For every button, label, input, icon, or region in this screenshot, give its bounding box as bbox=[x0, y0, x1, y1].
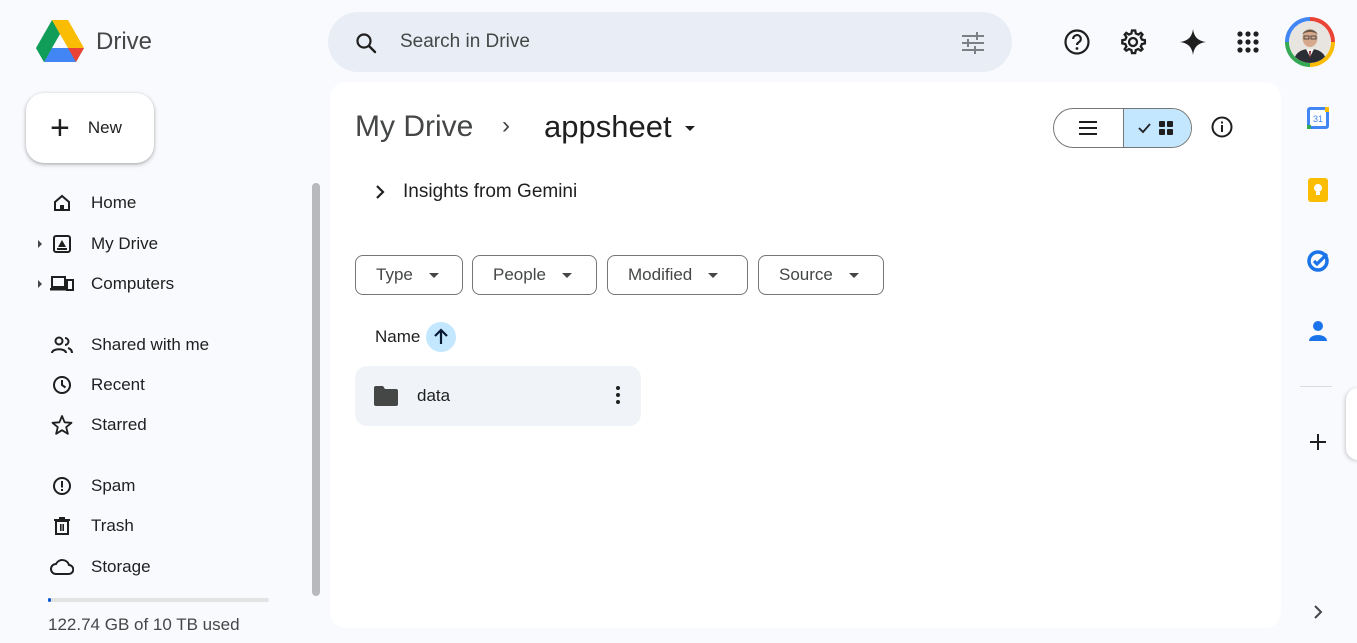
breadcrumb-my-drive[interactable]: My Drive bbox=[355, 110, 473, 144]
breadcrumb-separator: › bbox=[502, 112, 510, 139]
list-icon bbox=[1079, 121, 1098, 135]
home-icon bbox=[50, 191, 74, 215]
view-toggle bbox=[1053, 108, 1192, 148]
storage-usage-text: 122.74 GB of 10 TB used bbox=[48, 615, 240, 634]
sort-label: Name bbox=[375, 327, 421, 346]
people-icon bbox=[50, 333, 74, 357]
clock-icon bbox=[50, 373, 74, 397]
chip-label: People bbox=[493, 265, 546, 284]
chip-label: Type bbox=[376, 265, 413, 284]
star-icon bbox=[50, 413, 74, 437]
chip-label: Source bbox=[779, 265, 833, 284]
list-view-button[interactable] bbox=[1054, 109, 1123, 147]
storage-progress-bar bbox=[48, 598, 269, 602]
apps-grid-icon[interactable] bbox=[1230, 24, 1266, 60]
sidebar-item-starred[interactable]: Starred bbox=[36, 409, 147, 441]
sidebar-item-label: Trash bbox=[91, 516, 134, 535]
sidebar-item-shared-with-me[interactable]: Shared with me bbox=[36, 329, 209, 361]
folder-item[interactable]: data bbox=[355, 366, 641, 426]
sidebar-item-spam[interactable]: Spam bbox=[36, 470, 135, 502]
chip-label: Modified bbox=[628, 265, 693, 284]
my-drive-icon bbox=[50, 232, 74, 256]
sidebar-item-recent[interactable]: Recent bbox=[36, 369, 145, 401]
filter-people-chip[interactable]: People bbox=[472, 255, 597, 295]
user-photo-icon bbox=[1289, 21, 1331, 63]
computers-icon bbox=[50, 272, 74, 296]
sidebar-item-my-drive[interactable]: My Drive bbox=[36, 228, 158, 260]
insights-label: Insights from Gemini bbox=[403, 181, 578, 202]
main-panel: My Drive › appsheet Insights from Gemini… bbox=[330, 82, 1281, 628]
drive-logo[interactable]: Drive bbox=[36, 20, 152, 64]
search-icon[interactable] bbox=[354, 31, 378, 55]
chevron-right-icon bbox=[376, 185, 385, 199]
sidebar-item-storage[interactable]: Storage bbox=[36, 551, 151, 583]
trash-icon bbox=[50, 514, 74, 538]
drive-logo-icon bbox=[36, 20, 84, 62]
account-avatar[interactable] bbox=[1285, 17, 1335, 67]
filter-type-chip[interactable]: Type bbox=[355, 255, 463, 295]
settings-gear-icon[interactable] bbox=[1115, 24, 1151, 60]
add-addon-plus-icon[interactable] bbox=[1306, 430, 1330, 454]
dropdown-arrow-icon bbox=[708, 272, 719, 278]
new-button-label: New bbox=[87, 118, 122, 137]
spam-icon bbox=[50, 474, 74, 498]
dropdown-arrow-icon bbox=[848, 272, 859, 278]
sidebar-item-label: My Drive bbox=[91, 234, 159, 253]
search-options-icon[interactable] bbox=[960, 32, 986, 54]
sidebar-item-label: Home bbox=[91, 193, 137, 212]
sort-ascending-arrow-icon[interactable] bbox=[426, 322, 457, 352]
sidebar-item-trash[interactable]: Trash bbox=[36, 510, 134, 542]
dropdown-arrow-icon bbox=[428, 272, 439, 278]
insights-toggle[interactable]: Insights from Gemini bbox=[375, 181, 577, 203]
help-icon[interactable] bbox=[1059, 24, 1095, 60]
sidebar-item-computers[interactable]: Computers bbox=[36, 268, 174, 300]
sidebar-item-label: Computers bbox=[91, 274, 175, 293]
filter-modified-chip[interactable]: Modified bbox=[607, 255, 748, 295]
grid-view-button[interactable] bbox=[1122, 109, 1191, 147]
folder-name: data bbox=[417, 386, 451, 405]
folder-menu-dropdown-icon[interactable] bbox=[685, 126, 695, 131]
new-button[interactable]: + New bbox=[26, 93, 154, 163]
chevron-right-icon[interactable] bbox=[1306, 600, 1330, 624]
sidebar-item-label: Recent bbox=[91, 375, 145, 394]
tasks-icon[interactable] bbox=[1306, 249, 1330, 273]
sidebar-item-home[interactable]: Home bbox=[36, 187, 136, 219]
storage-progress-fill bbox=[48, 598, 51, 602]
sidebar-item-label: Spam bbox=[91, 476, 136, 495]
calendar-icon[interactable]: 31 bbox=[1306, 106, 1330, 130]
app-title: Drive bbox=[96, 28, 153, 55]
info-icon[interactable] bbox=[1210, 115, 1234, 139]
sidebar-item-label: Shared with me bbox=[91, 335, 210, 354]
cloud-icon bbox=[50, 555, 74, 579]
more-vert-icon[interactable] bbox=[615, 384, 621, 406]
folder-icon bbox=[374, 386, 398, 406]
sort-by-name-header[interactable]: Name bbox=[375, 322, 457, 352]
search-input[interactable]: Search in Drive bbox=[400, 31, 530, 53]
calendar-day: 31 bbox=[1313, 114, 1323, 124]
plus-icon: + bbox=[50, 109, 70, 147]
rail-divider bbox=[1300, 386, 1332, 387]
keep-icon[interactable] bbox=[1306, 178, 1330, 202]
dropdown-arrow-icon bbox=[561, 272, 572, 278]
breadcrumb-current-folder[interactable]: appsheet bbox=[544, 109, 672, 145]
side-panel-handle[interactable] bbox=[1346, 388, 1357, 460]
sidebar-scrollbar[interactable] bbox=[312, 183, 320, 596]
search-bar[interactable]: Search in Drive bbox=[328, 12, 1012, 72]
sidebar-item-label: Starred bbox=[91, 415, 147, 434]
sidebar-item-label: Storage bbox=[91, 557, 151, 576]
gemini-sparkle-icon[interactable] bbox=[1175, 24, 1211, 60]
grid-check-icon bbox=[1138, 121, 1174, 135]
filter-source-chip[interactable]: Source bbox=[758, 255, 884, 295]
contacts-icon[interactable] bbox=[1306, 319, 1330, 343]
